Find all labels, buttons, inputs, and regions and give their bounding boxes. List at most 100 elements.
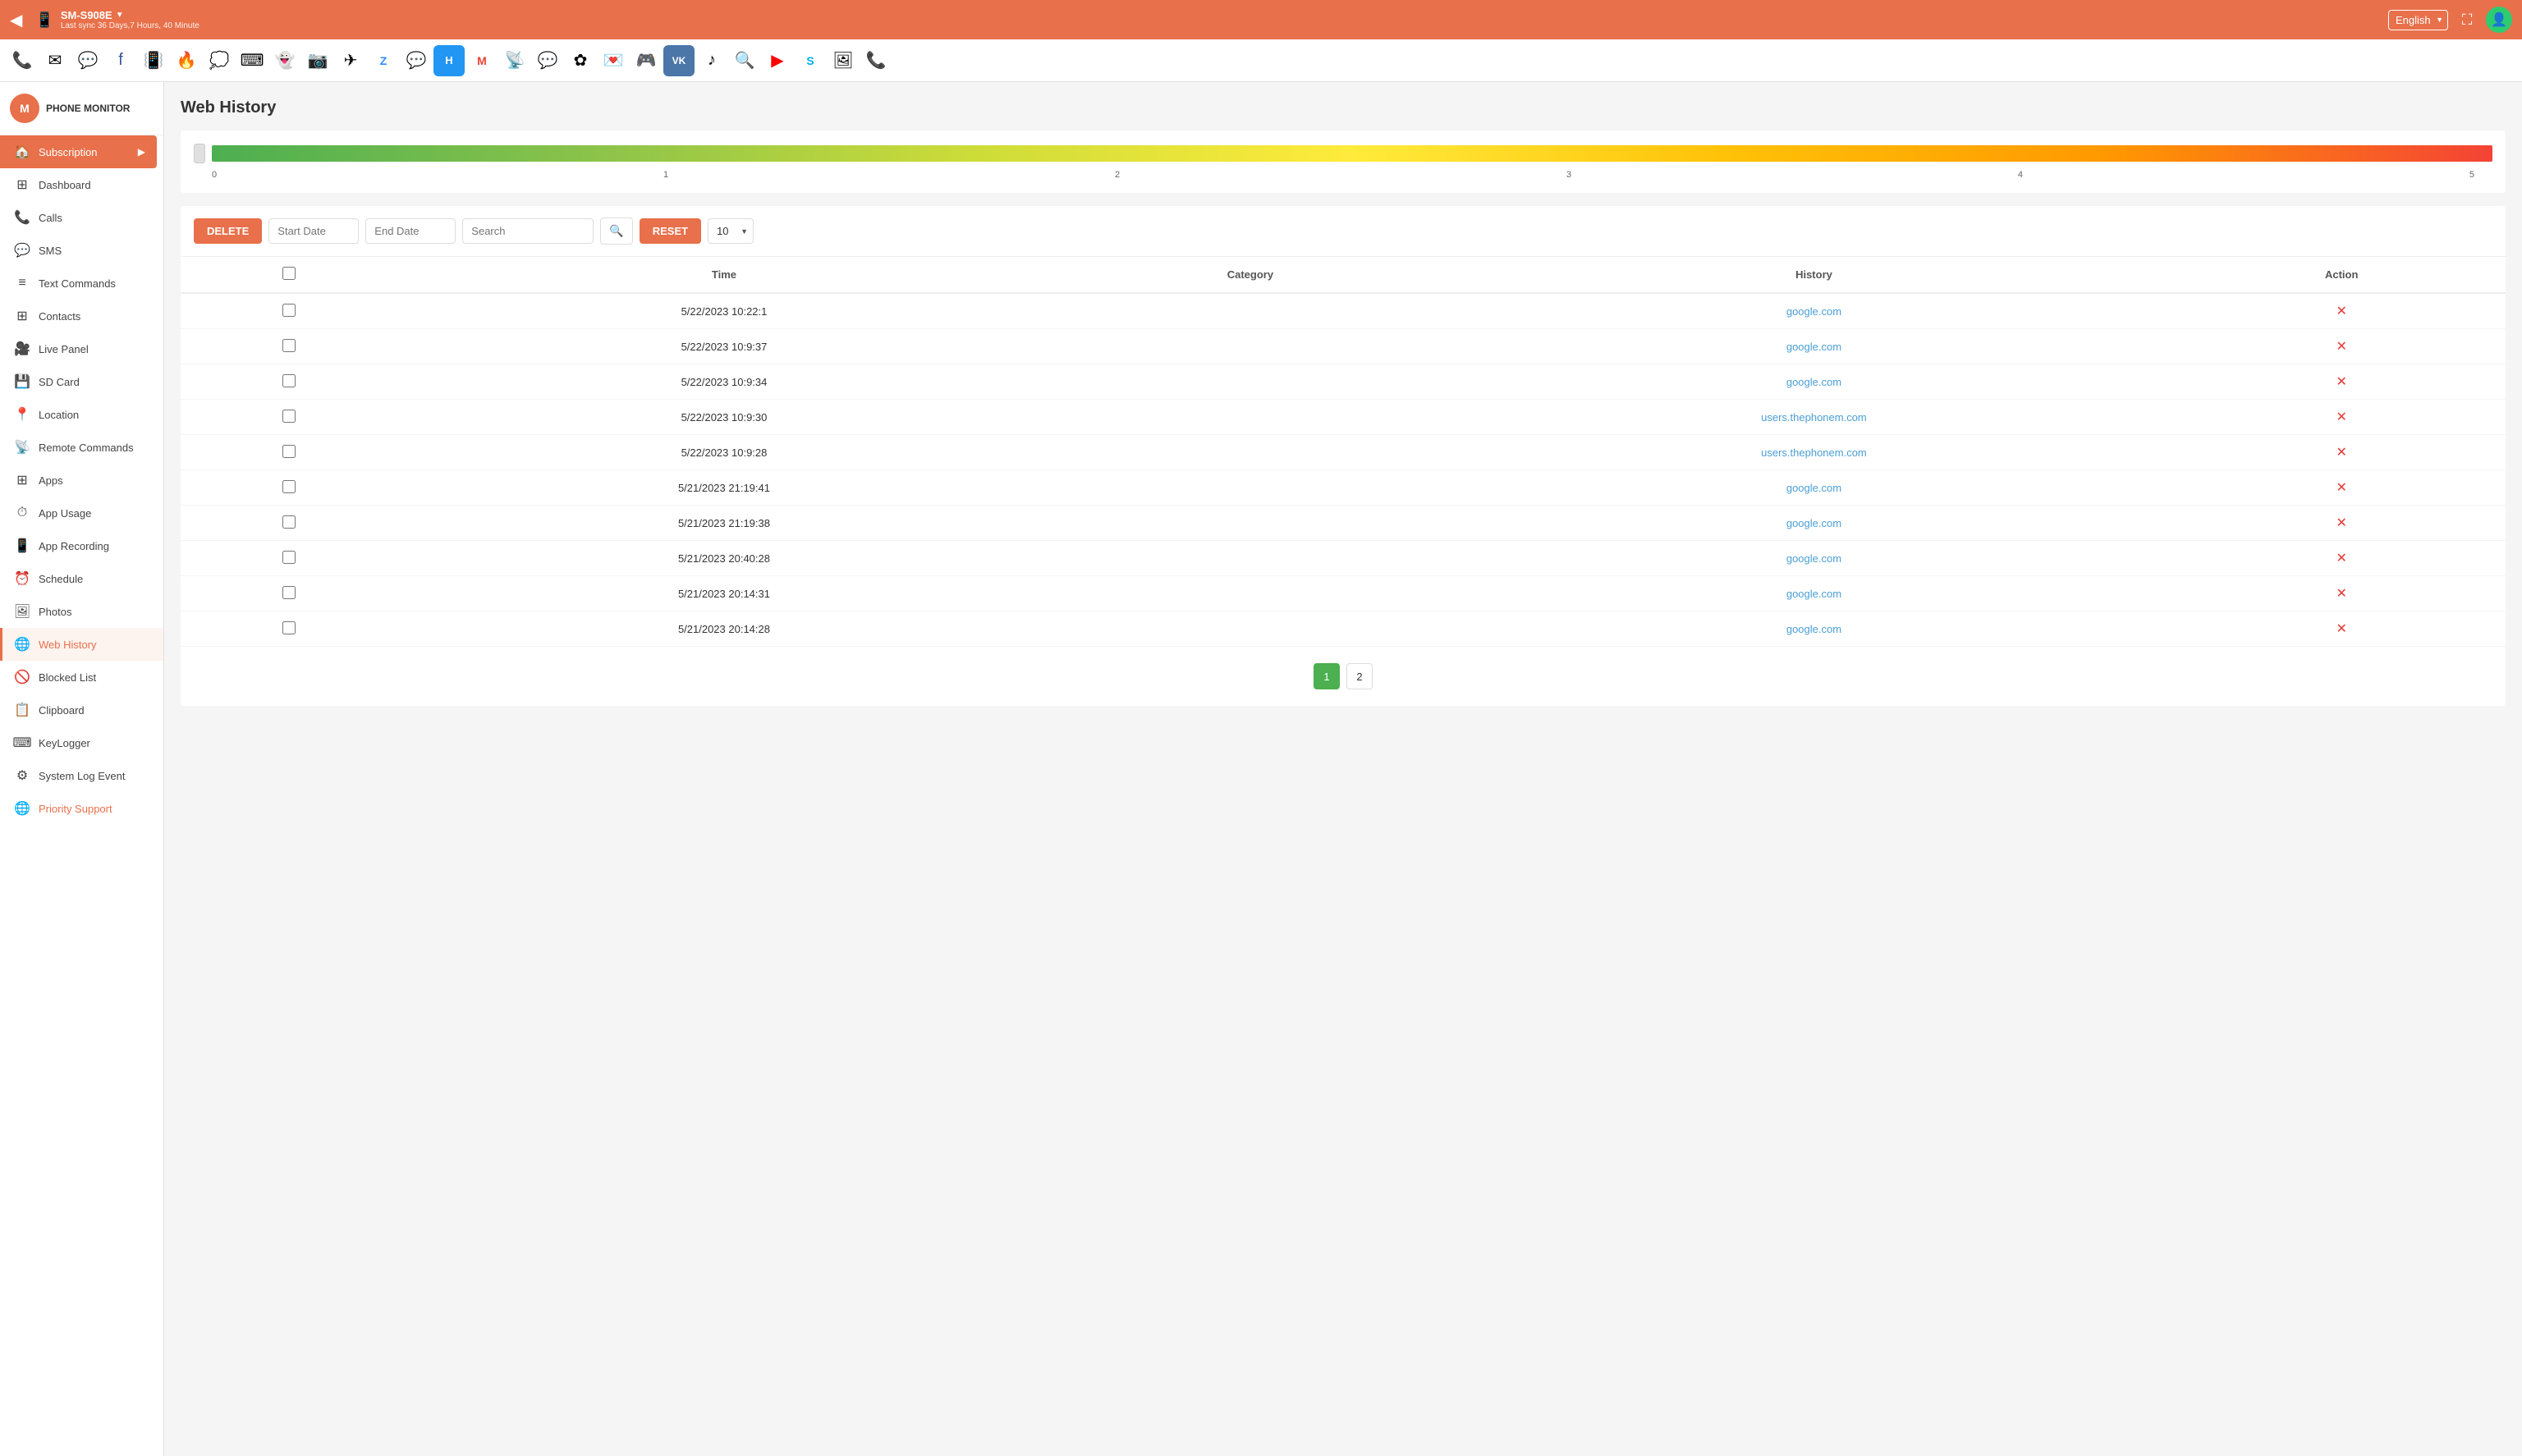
- search-input[interactable]: [462, 218, 594, 244]
- back-button[interactable]: ◀: [10, 10, 22, 30]
- sidebar-item-calls[interactable]: 📞 Calls: [0, 201, 163, 234]
- snapchat-icon[interactable]: 👻: [269, 45, 300, 76]
- delete-row-icon[interactable]: ✕: [2336, 340, 2346, 354]
- row-action-8[interactable]: ✕: [2177, 576, 2506, 611]
- sidebar-item-blocked-list[interactable]: 🚫 Blocked List: [0, 661, 163, 694]
- row-history-7[interactable]: google.com: [1451, 541, 2178, 576]
- sidebar-item-keylogger[interactable]: ⌨ KeyLogger: [0, 726, 163, 759]
- row-action-6[interactable]: ✕: [2177, 506, 2506, 541]
- skype-icon[interactable]: S: [795, 45, 826, 76]
- delete-row-icon[interactable]: ✕: [2336, 375, 2346, 389]
- select-all-checkbox[interactable]: [282, 267, 296, 280]
- sidebar-item-app-usage[interactable]: ⏱ App Usage: [0, 497, 163, 529]
- phone-icon[interactable]: 📞: [7, 45, 38, 76]
- delete-row-icon[interactable]: ✕: [2336, 410, 2346, 424]
- row-checkbox-3[interactable]: [181, 400, 398, 435]
- row-action-7[interactable]: ✕: [2177, 541, 2506, 576]
- row-action-9[interactable]: ✕: [2177, 611, 2506, 647]
- phone2-icon[interactable]: 📞: [860, 45, 892, 76]
- sidebar-item-app-recording[interactable]: 📱 App Recording: [0, 529, 163, 562]
- reset-button[interactable]: RESET: [640, 218, 701, 244]
- avatar[interactable]: 👤: [2486, 7, 2512, 33]
- voip-icon[interactable]: 📡: [499, 45, 530, 76]
- discord-icon[interactable]: 🎮: [630, 45, 662, 76]
- sidebar-item-sd-card[interactable]: 💾 SD Card: [0, 365, 163, 398]
- timeline-bar[interactable]: [212, 145, 2492, 162]
- row-history-2[interactable]: google.com: [1451, 364, 2178, 400]
- delete-row-icon[interactable]: ✕: [2336, 481, 2346, 495]
- page-button-2[interactable]: 2: [1346, 663, 1373, 689]
- row-action-0[interactable]: ✕: [2177, 293, 2506, 329]
- row-action-5[interactable]: ✕: [2177, 470, 2506, 506]
- delete-row-icon[interactable]: ✕: [2336, 587, 2346, 601]
- sidebar-item-web-history[interactable]: 🌐 Web History: [0, 628, 163, 661]
- search-button[interactable]: 🔍: [600, 217, 632, 245]
- row-checkbox-4[interactable]: [181, 435, 398, 470]
- row-history-3[interactable]: users.thephonem.com: [1451, 400, 2178, 435]
- row-history-6[interactable]: google.com: [1451, 506, 2178, 541]
- row-checkbox-5[interactable]: [181, 470, 398, 506]
- row-history-4[interactable]: users.thephonem.com: [1451, 435, 2178, 470]
- delete-row-icon[interactable]: ✕: [2336, 446, 2346, 460]
- sidebar-item-priority-support[interactable]: 🌐 Priority Support: [0, 792, 163, 825]
- delete-row-icon[interactable]: ✕: [2336, 622, 2346, 636]
- row-checkbox-6[interactable]: [181, 506, 398, 541]
- row-history-9[interactable]: google.com: [1451, 611, 2178, 647]
- sidebar-item-clipboard[interactable]: 📋 Clipboard: [0, 694, 163, 726]
- fullscreen-button[interactable]: ⛶: [2455, 11, 2479, 29]
- whatsapp-icon[interactable]: 💬: [72, 45, 103, 76]
- tiktok-icon[interactable]: ♪: [696, 45, 727, 76]
- gmail-icon[interactable]: M: [466, 45, 498, 76]
- sidebar-item-system-log[interactable]: ⚙ System Log Event: [0, 759, 163, 792]
- end-date-input[interactable]: [365, 218, 456, 244]
- row-action-4[interactable]: ✕: [2177, 435, 2506, 470]
- language-dropdown[interactable]: English: [2388, 10, 2448, 30]
- flickr-icon[interactable]: ✿: [565, 45, 596, 76]
- row-action-2[interactable]: ✕: [2177, 364, 2506, 400]
- sidebar-item-location[interactable]: 📍 Location: [0, 398, 163, 431]
- vk-icon[interactable]: VK: [663, 45, 695, 76]
- timeline-handle[interactable]: [194, 144, 205, 163]
- telegram-icon[interactable]: ✈: [335, 45, 366, 76]
- sidebar-item-sms[interactable]: 💬 SMS: [0, 234, 163, 267]
- viber-icon[interactable]: 📳: [138, 45, 169, 76]
- delete-row-icon[interactable]: ✕: [2336, 552, 2346, 565]
- sidebar-item-schedule[interactable]: ⏰ Schedule: [0, 562, 163, 595]
- row-checkbox-1[interactable]: [181, 329, 398, 364]
- page-button-1[interactable]: 1: [1314, 663, 1340, 689]
- facebook-icon[interactable]: f: [105, 45, 136, 76]
- sidebar-item-dashboard[interactable]: ⊞ Dashboard: [0, 168, 163, 201]
- row-action-3[interactable]: ✕: [2177, 400, 2506, 435]
- youtube-icon[interactable]: ▶: [762, 45, 793, 76]
- hangouts-icon[interactable]: 💬: [532, 45, 563, 76]
- row-history-0[interactable]: google.com: [1451, 293, 2178, 329]
- delete-button[interactable]: DELETE: [194, 218, 262, 244]
- sidebar-item-apps[interactable]: ⊞ Apps: [0, 464, 163, 497]
- count-select[interactable]: 10 25 50 100: [708, 218, 754, 244]
- language-selector[interactable]: English: [2388, 10, 2448, 30]
- messenger-icon[interactable]: 💌: [598, 45, 629, 76]
- tinder-icon[interactable]: 🔥: [171, 45, 202, 76]
- row-action-1[interactable]: ✕: [2177, 329, 2506, 364]
- row-checkbox-0[interactable]: [181, 293, 398, 329]
- row-checkbox-2[interactable]: [181, 364, 398, 400]
- sidebar-item-live-panel[interactable]: 🎥 Live Panel: [0, 332, 163, 365]
- gallery-icon[interactable]: 🖼: [828, 45, 859, 76]
- imessage-icon[interactable]: 💬: [401, 45, 432, 76]
- delete-row-icon[interactable]: ✕: [2336, 304, 2346, 318]
- sidebar-item-remote-commands[interactable]: 📡 Remote Commands: [0, 431, 163, 464]
- sidebar-item-contacts[interactable]: ⊞ Contacts: [0, 300, 163, 332]
- sidebar-item-photos[interactable]: 🖼 Photos: [0, 595, 163, 628]
- search-app-icon[interactable]: 🔍: [729, 45, 760, 76]
- row-checkbox-7[interactable]: [181, 541, 398, 576]
- row-checkbox-9[interactable]: [181, 611, 398, 647]
- start-date-input[interactable]: [268, 218, 359, 244]
- row-history-8[interactable]: google.com: [1451, 576, 2178, 611]
- row-history-5[interactable]: google.com: [1451, 470, 2178, 506]
- email-icon[interactable]: ✉: [39, 45, 71, 76]
- sidebar-item-subscription[interactable]: 🏠 Subscription ▶: [0, 135, 157, 168]
- zoom-icon[interactable]: Z: [368, 45, 399, 76]
- huntbar-icon[interactable]: H: [433, 45, 465, 76]
- row-history-1[interactable]: google.com: [1451, 329, 2178, 364]
- delete-row-icon[interactable]: ✕: [2336, 516, 2346, 530]
